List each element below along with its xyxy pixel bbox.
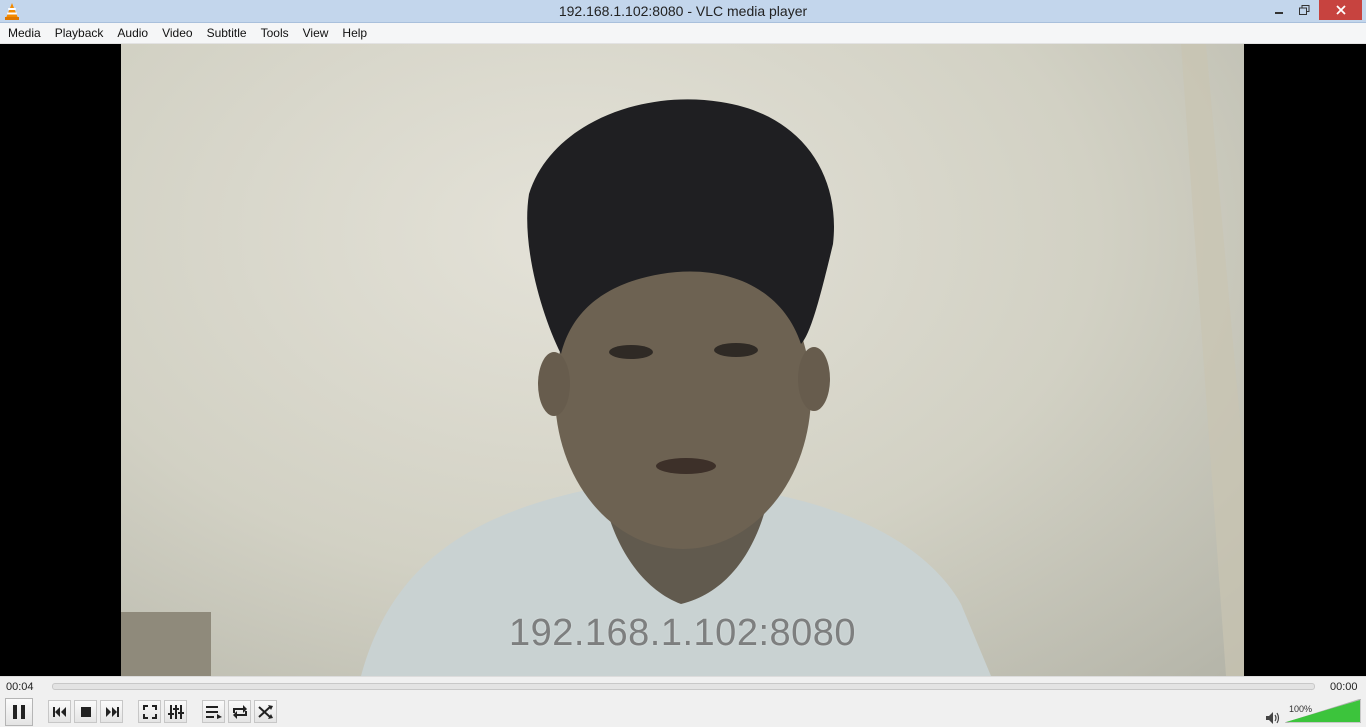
menu-audio[interactable]: Audio [110,23,155,44]
menu-bar: Media Playback Audio Video Subtitle Tool… [0,23,1366,44]
video-output[interactable]: 192.168.1.102:8080 [0,44,1366,676]
shuffle-icon [257,704,273,719]
loop-icon [232,704,247,719]
previous-icon [52,706,66,717]
fullscreen-button[interactable] [138,700,161,723]
restore-button[interactable] [1292,0,1317,20]
previous-button[interactable] [48,700,71,723]
close-button[interactable] [1319,0,1362,20]
pause-icon [13,705,25,719]
speaker-icon[interactable] [1266,712,1280,724]
menu-tools[interactable]: Tools [254,23,296,44]
pause-button[interactable] [5,698,33,726]
stop-button[interactable] [74,700,97,723]
title-bar[interactable]: 192.168.1.102:8080 - VLC media player [0,0,1366,23]
close-icon [1335,5,1346,15]
window-title: 192.168.1.102:8080 - VLC media player [558,3,808,19]
restore-icon [1299,5,1310,15]
fullscreen-icon [142,704,157,719]
playlist-button[interactable] [202,700,225,723]
next-icon [105,706,119,717]
webcam-video-image [121,44,1244,676]
loop-button[interactable] [228,700,251,723]
minimize-button[interactable] [1266,0,1292,20]
stop-icon [80,706,91,717]
playlist-icon [205,705,222,719]
video-overlay-text: 192.168.1.102:8080 [508,612,857,654]
volume-slider[interactable] [1285,699,1361,723]
menu-video[interactable]: Video [155,23,199,44]
menu-subtitle[interactable]: Subtitle [200,23,254,44]
next-button[interactable] [100,700,123,723]
menu-help[interactable]: Help [335,23,374,44]
minimize-icon [1275,12,1283,14]
seek-slider[interactable] [52,683,1315,690]
equalizer-icon [167,704,184,719]
total-time[interactable]: 00:00 [1330,681,1358,693]
elapsed-time[interactable]: 00:04 [6,681,34,693]
menu-playback[interactable]: Playback [48,23,111,44]
menu-view[interactable]: View [296,23,336,44]
extended-settings-button[interactable] [164,700,187,723]
menu-media[interactable]: Media [1,23,48,44]
control-bar: 00:04 00:00 100% [0,676,1366,727]
video-frame[interactable]: 192.168.1.102:8080 [121,44,1244,676]
random-button[interactable] [254,700,277,723]
